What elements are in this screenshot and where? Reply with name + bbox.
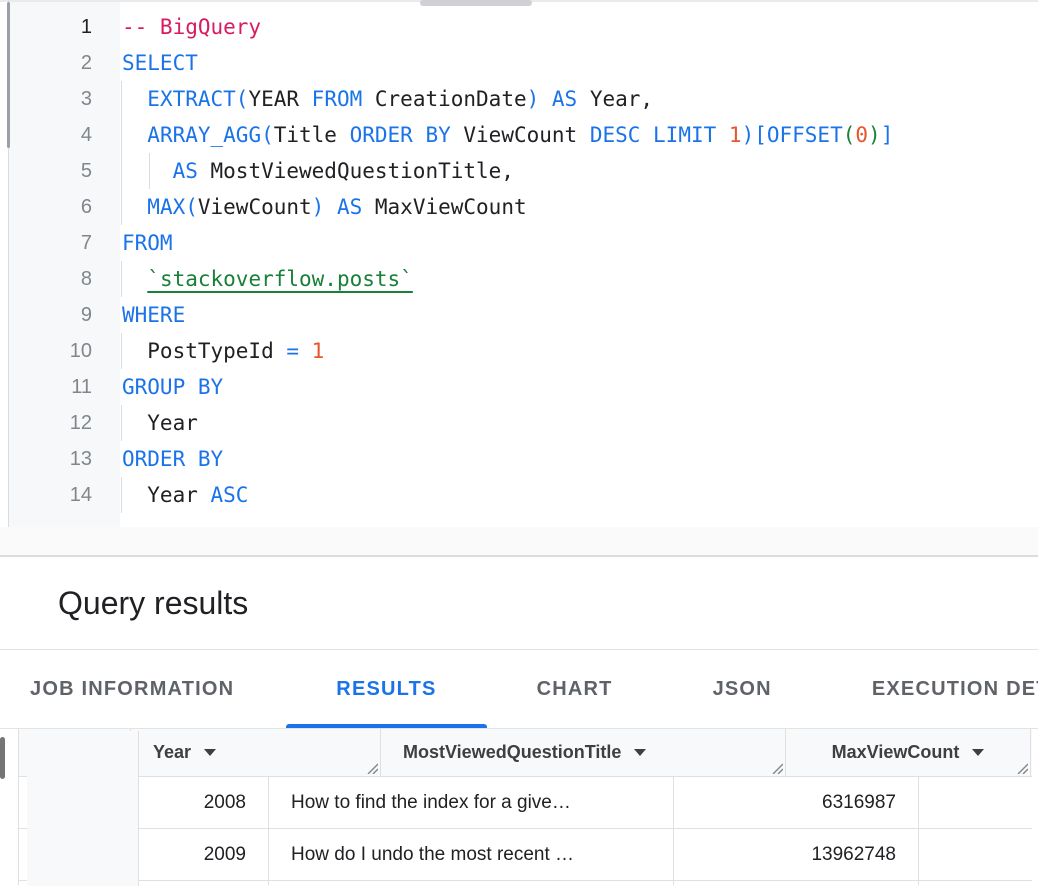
results-tabs: JOB INFORMATION RESULTS CHART JSON EXECU… [0, 650, 1038, 729]
column-header-year[interactable]: Year [131, 729, 381, 776]
horizontal-scrollbar-thumb[interactable] [420, 0, 532, 6]
line-number: 10 [0, 340, 92, 363]
column-resize-grip-icon[interactable] [1015, 761, 1028, 774]
code-lines[interactable]: 1-- BigQuery2SELECT3 EXTRACT(YEAR FROM C… [0, 9, 1038, 513]
indent-guide [121, 405, 122, 441]
code-line[interactable]: 4 ARRAY_AGG(Title ORDER BY ViewCount DES… [0, 117, 1038, 153]
sql-editor[interactable]: 1-- BigQuery2SELECT3 EXTRACT(YEAR FROM C… [0, 0, 1038, 557]
cell-maxviewcount: 6316987 [674, 777, 919, 828]
code-line[interactable]: 9 WHERE [0, 297, 1038, 333]
cell-maxviewcount: 13962748 [674, 829, 919, 880]
code-text: -- BigQuery [122, 9, 261, 45]
results-table-body: 12008How to find the index for a give…63… [18, 777, 1032, 881]
cell-maxviewcount [674, 881, 919, 885]
code-line[interactable]: 3 EXTRACT(YEAR FROM CreationDate) AS Yea… [0, 81, 1038, 117]
code-text: FROM [122, 225, 173, 261]
code-line[interactable]: 8 `stackoverflow.posts` [0, 261, 1038, 297]
column-header-maxviewcount[interactable]: MaxViewCount [786, 729, 1031, 776]
line-number: 9 [0, 304, 92, 327]
code-line[interactable]: 6 MAX(ViewCount) AS MaxViewCount [0, 189, 1038, 225]
results-table: Row Year MostViewedQuestionTitle [18, 729, 1032, 885]
code-text: WHERE [122, 297, 185, 333]
code-text: EXTRACT(YEAR FROM CreationDate) AS Year, [122, 81, 653, 117]
code-line[interactable]: 13 ORDER BY [0, 441, 1038, 477]
column-header-mostviewedquestiontitle[interactable]: MostViewedQuestionTitle [381, 729, 786, 776]
column-header-label: MostViewedQuestionTitle [403, 742, 621, 763]
line-number: 6 [0, 196, 92, 219]
column-header-label: Year [153, 742, 191, 763]
tab-job-information[interactable]: JOB INFORMATION [0, 650, 286, 728]
line-number: 11 [0, 376, 92, 399]
cell-title: How to find the index for a give… [269, 777, 674, 828]
code-text: ORDER BY [122, 441, 223, 477]
code-text: PostTypeId = 1 [122, 333, 324, 369]
table-row[interactable]: 12008How to find the index for a give…63… [18, 777, 1032, 829]
line-number: 12 [0, 412, 92, 435]
sort-dropdown-icon[interactable] [634, 749, 646, 756]
line-number: 1 [0, 16, 92, 39]
results-vertical-scrollbar-thumb[interactable] [0, 737, 5, 779]
line-number: 4 [0, 124, 92, 147]
cell-title [269, 881, 674, 885]
table-row-partial [18, 881, 1032, 885]
line-number: 5 [0, 160, 92, 183]
code-text: ARRAY_AGG(Title ORDER BY ViewCount DESC … [122, 117, 893, 153]
code-line[interactable]: 2 SELECT [0, 45, 1038, 81]
indent-guide [121, 477, 122, 513]
code-line[interactable]: 5 AS MostViewedQuestionTitle, [0, 153, 1038, 189]
code-text: AS MostViewedQuestionTitle, [122, 153, 514, 189]
tab-execution-details[interactable]: EXECUTION DETAILS [822, 650, 1038, 728]
code-text: Year ASC [122, 477, 248, 513]
bigquery-query-screen: 1-- BigQuery2SELECT3 EXTRACT(YEAR FROM C… [0, 0, 1038, 886]
tab-chart[interactable]: CHART [487, 650, 663, 728]
results-title-bar: Query results [0, 557, 1038, 650]
line-number: 2 [0, 52, 92, 75]
editor-footer-strip [0, 527, 1038, 555]
column-resize-grip-icon[interactable] [365, 761, 378, 774]
indent-guide [149, 153, 150, 189]
line-number: 14 [0, 484, 92, 507]
column-header-label: MaxViewCount [832, 742, 960, 763]
code-line[interactable]: 12 Year [0, 405, 1038, 441]
tab-results[interactable]: RESULTS [286, 650, 486, 728]
code-text: Year [122, 405, 198, 441]
table-row[interactable]: 22009How do I undo the most recent …1396… [18, 829, 1032, 881]
indent-guide [121, 261, 122, 297]
query-results-panel: Query results JOB INFORMATION RESULTS CH… [0, 557, 1038, 886]
code-line[interactable]: 10 PostTypeId = 1 [0, 333, 1038, 369]
line-number: 3 [0, 88, 92, 111]
cell-title: How do I undo the most recent … [269, 829, 674, 880]
cell-row-index [27, 731, 139, 886]
column-resize-grip-icon[interactable] [770, 761, 783, 774]
query-results-title: Query results [58, 585, 248, 622]
results-table-header-row: Row Year MostViewedQuestionTitle [18, 729, 1032, 777]
code-text: MAX(ViewCount) AS MaxViewCount [122, 189, 527, 225]
indent-guide [121, 333, 122, 369]
sort-dropdown-icon[interactable] [972, 749, 984, 756]
line-number: 8 [0, 268, 92, 291]
code-line[interactable]: 1 -- BigQuery [0, 9, 1038, 45]
code-line[interactable]: 11 GROUP BY [0, 369, 1038, 405]
code-text: GROUP BY [122, 369, 223, 405]
line-number: 13 [0, 448, 92, 471]
indent-guide [121, 81, 122, 225]
code-text: `stackoverflow.posts` [122, 261, 413, 297]
code-line[interactable]: 14 Year ASC [0, 477, 1038, 513]
sort-dropdown-icon[interactable] [204, 749, 216, 756]
tab-json[interactable]: JSON [663, 650, 822, 728]
line-number: 7 [0, 232, 92, 255]
code-text: SELECT [122, 45, 198, 81]
code-line[interactable]: 7 FROM [0, 225, 1038, 261]
